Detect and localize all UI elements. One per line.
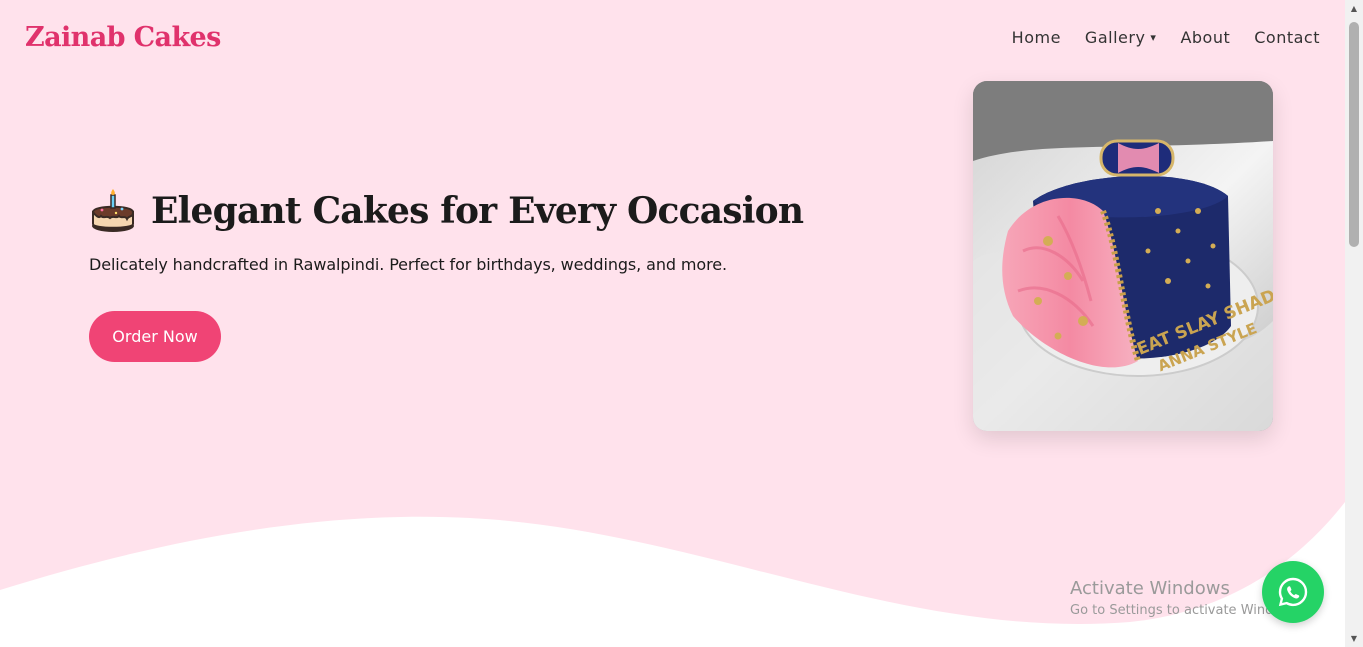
- nav-about-label: About: [1180, 28, 1231, 47]
- scroll-down-icon[interactable]: ▼: [1345, 630, 1363, 647]
- nav-home-label: Home: [1011, 28, 1061, 47]
- hero-heading: Elegant Cakes for Every Occasion: [89, 188, 804, 234]
- birthday-cake-icon: [91, 189, 135, 232]
- order-now-button[interactable]: Order Now: [89, 311, 221, 362]
- page-scrollbar[interactable]: ▲ ▼: [1345, 0, 1363, 647]
- brand-logo[interactable]: Zainab Cakes: [25, 22, 221, 53]
- cake-photo: EAT SLAY SHADI ANNA STYLE: [973, 81, 1273, 431]
- hero-title: Elegant Cakes for Every Occasion: [151, 190, 804, 232]
- browser-viewport: Zainab Cakes Home Gallery ▾ About Contac…: [0, 0, 1363, 647]
- scroll-up-icon[interactable]: ▲: [1345, 0, 1363, 17]
- nav-gallery-label: Gallery: [1084, 28, 1146, 47]
- nav-gallery[interactable]: Gallery ▾: [1085, 28, 1157, 47]
- caret-down-icon: ▾: [1150, 31, 1157, 44]
- hero-subtitle: Delicately handcrafted in Rawalpindi. Pe…: [89, 255, 727, 274]
- nav-contact-label: Contact: [1254, 28, 1320, 47]
- nav-about[interactable]: About: [1180, 28, 1230, 47]
- nav-home[interactable]: Home: [1012, 28, 1061, 47]
- nav-contact[interactable]: Contact: [1254, 28, 1320, 47]
- main-nav: Home Gallery ▾ About Contact: [1012, 28, 1320, 47]
- whatsapp-icon: [1278, 577, 1308, 607]
- whatsapp-button[interactable]: [1262, 561, 1324, 623]
- scroll-thumb[interactable]: [1349, 22, 1359, 247]
